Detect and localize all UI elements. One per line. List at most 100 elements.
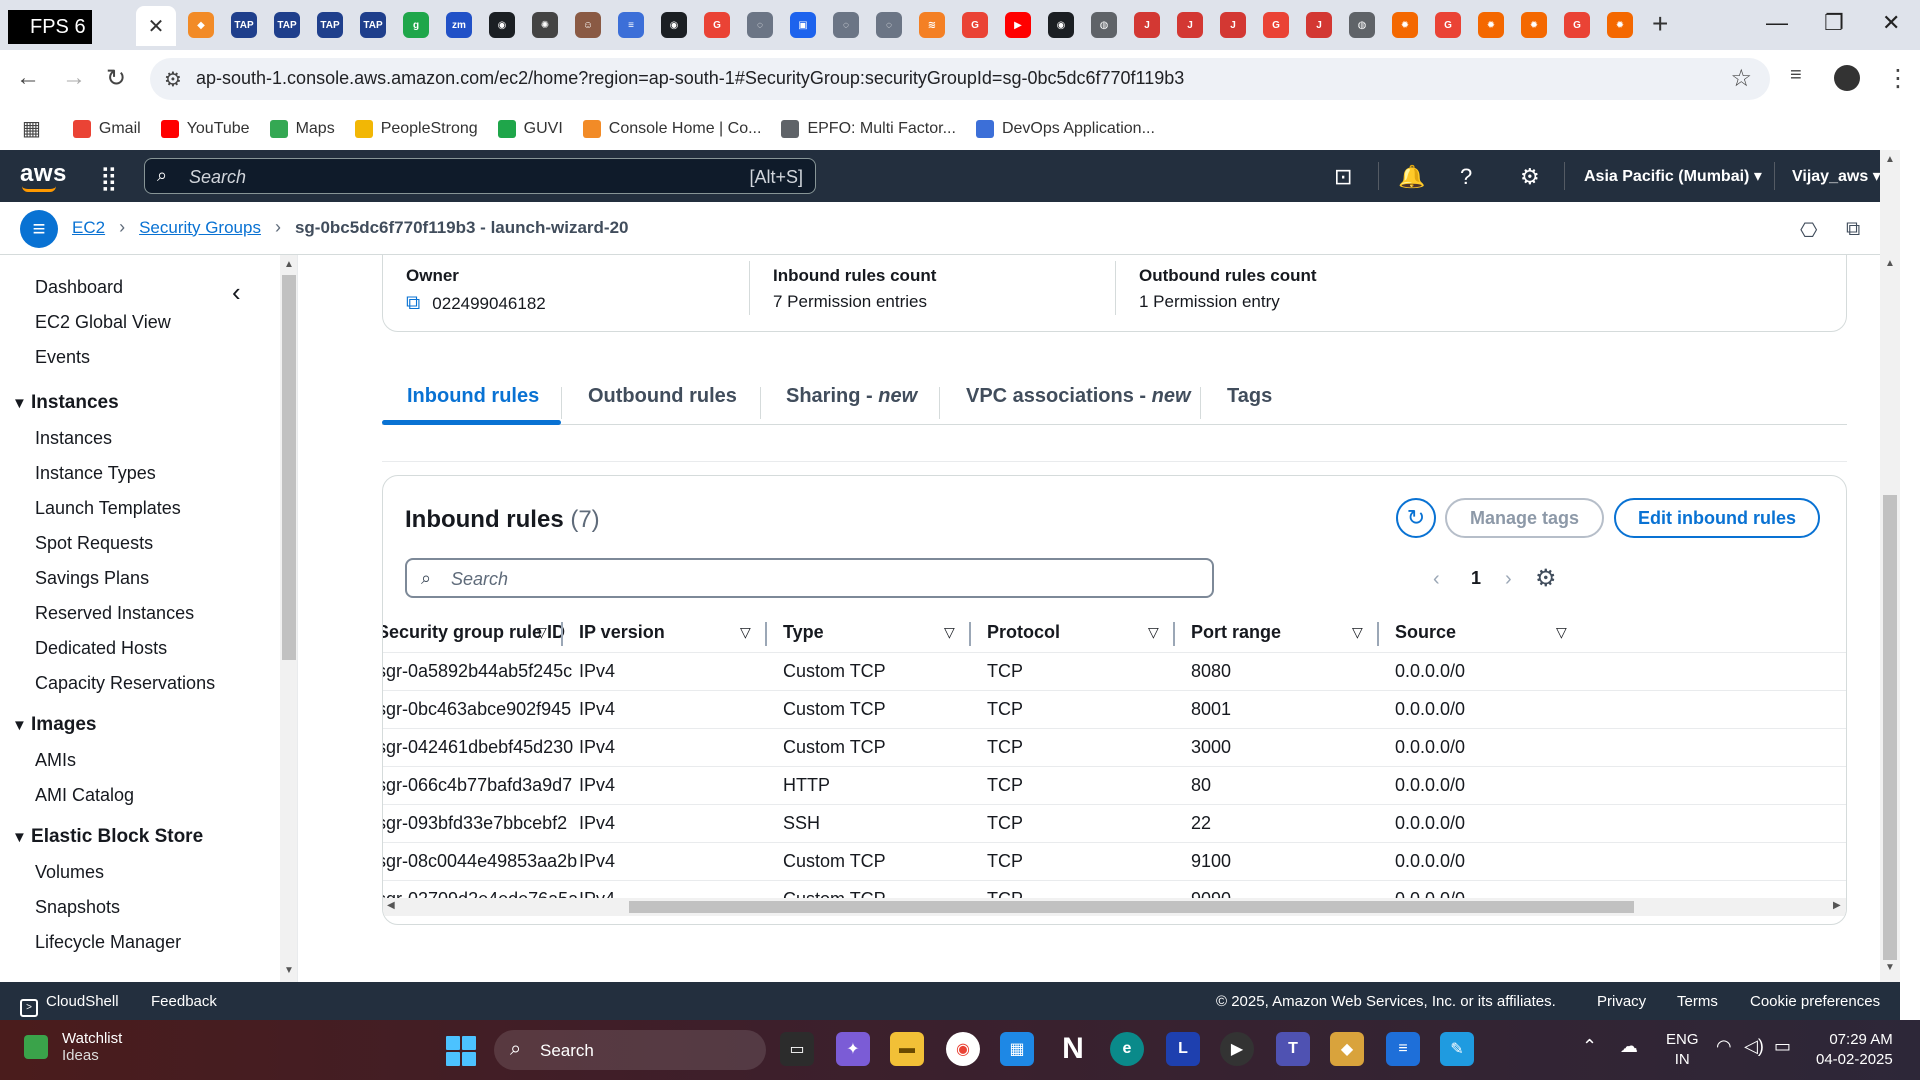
column-resizer[interactable]	[1377, 622, 1379, 646]
manage-tags-button[interactable]: Manage tags	[1445, 498, 1604, 538]
sidebar-scroll-thumb[interactable]	[282, 275, 296, 660]
sidebar-item[interactable]: Spot Requests	[35, 533, 153, 554]
privacy-link[interactable]: Privacy	[1597, 993, 1646, 1010]
sidebar-item[interactable]: Dashboard	[35, 277, 123, 298]
close-window-icon[interactable]: ✕	[1882, 10, 1900, 36]
grafana-tab-icon-3[interactable]: ✹	[1521, 12, 1547, 38]
column-header-port-range[interactable]: Port range	[1191, 622, 1281, 643]
openai-tab-icon[interactable]: ✺	[532, 12, 558, 38]
table-row[interactable]: sgr-0a5892b44ab5f245c IPv4 Custom TCP TCP 80…	[383, 652, 1846, 690]
aws-tab-icon[interactable]: ◆	[188, 12, 214, 38]
globe-tab-icon-2[interactable]: ◍	[1349, 12, 1375, 38]
table-scroll-thumb[interactable]	[629, 901, 1634, 913]
scroll-up-icon[interactable]: ▲	[284, 259, 294, 270]
sort-caret-icon[interactable]: ▽	[1556, 624, 1567, 641]
tab-tags[interactable]: Tags	[1227, 385, 1272, 408]
volume-icon[interactable]: ◁)	[1744, 1036, 1764, 1056]
restore-icon[interactable]: ❐	[1824, 10, 1844, 36]
jenkins-tab-icon-2[interactable]: J	[1177, 12, 1203, 38]
services-grid-icon[interactable]: ⣿	[100, 164, 118, 193]
launcher-l-icon[interactable]: L	[1166, 1032, 1200, 1066]
cloudshell-footer-link[interactable]: > CloudShell	[20, 993, 119, 1017]
reload-icon[interactable]: ↻	[106, 64, 126, 93]
feedback-panel-icon[interactable]: ⧉	[1846, 218, 1860, 241]
show-hidden-icons-icon[interactable]: ⌃	[1582, 1036, 1597, 1056]
chrome-icon[interactable]: ◉	[946, 1032, 980, 1066]
aws-logo[interactable]: aws	[20, 160, 67, 188]
copy-icon[interactable]: ⧉	[406, 292, 420, 315]
language-indicator[interactable]: ENG IN	[1666, 1030, 1699, 1070]
scroll-down-icon[interactable]: ▼	[1885, 962, 1895, 973]
tab-inbound-rules[interactable]: Inbound rules	[407, 385, 539, 408]
bookmark-item[interactable]: DevOps Application...	[975, 119, 1155, 138]
edge-icon[interactable]: e	[1110, 1032, 1144, 1066]
breadcrumb-ec2[interactable]: EC2	[72, 218, 105, 238]
media-icon[interactable]: ≡	[1790, 64, 1802, 87]
tap-tab-icon-4[interactable]: TAP	[360, 12, 386, 38]
battery-icon[interactable]: ▭	[1774, 1036, 1791, 1056]
caret-down-icon[interactable]: ▼	[12, 717, 31, 734]
help-icon[interactable]: ?	[1460, 164, 1472, 190]
terms-link[interactable]: Terms	[1677, 993, 1718, 1010]
url-text[interactable]: ap-south-1.console.aws.amazon.com/ec2/ho…	[196, 68, 1184, 89]
scroll-down-icon[interactable]: ▼	[284, 965, 294, 976]
github-tab-icon-2[interactable]: ◉	[661, 12, 687, 38]
close-tab-icon[interactable]: ✕	[148, 14, 165, 39]
jenkins-tab-icon-4[interactable]: J	[1306, 12, 1332, 38]
google-tab-icon-4[interactable]: G	[1435, 12, 1461, 38]
cookie-preferences-link[interactable]: Cookie preferences	[1750, 993, 1880, 1010]
table-row[interactable]: sgr-093bfd33e7bbcebf2 IPv4 SSH TCP 22 0.0.0.0…	[383, 804, 1846, 842]
sort-caret-icon[interactable]: ▽	[1352, 624, 1363, 641]
apps-grid-icon[interactable]: ▦	[22, 116, 41, 141]
refresh-button[interactable]: ↻	[1396, 498, 1436, 538]
sidebar-item[interactable]: Launch Templates	[35, 498, 181, 519]
feedback-link[interactable]: Feedback	[151, 993, 217, 1010]
google-tab-icon-1[interactable]: G	[704, 12, 730, 38]
previous-page-icon[interactable]: ‹	[1433, 568, 1440, 591]
docs-tab-icon[interactable]: ≡	[618, 12, 644, 38]
sidebar-item[interactable]: Events	[35, 347, 90, 368]
stackoverflow-tab-icon[interactable]: ≋	[919, 12, 945, 38]
generic-tab-icon-1[interactable]: ◌	[747, 12, 773, 38]
github-tab-icon-3[interactable]: ◉	[1048, 12, 1074, 38]
bookmark-item[interactable]: Console Home | Co...	[582, 119, 761, 138]
breadcrumb-security-groups[interactable]: Security Groups	[139, 218, 261, 238]
grafana-tab-icon-1[interactable]: ✹	[1392, 12, 1418, 38]
guvi-tab-icon[interactable]: g	[403, 12, 429, 38]
bookmark-item[interactable]: GUVI	[497, 119, 563, 138]
rules-search-input[interactable]: ⌕ Search	[405, 558, 1214, 598]
column-resizer[interactable]	[1173, 622, 1175, 646]
generic-tab-icon-3[interactable]: ◌	[876, 12, 902, 38]
docker-tab-icon[interactable]: ▣	[790, 12, 816, 38]
sidebar-item[interactable]: AMI Catalog	[35, 785, 134, 806]
tap-tab-icon-1[interactable]: TAP	[231, 12, 257, 38]
table-row[interactable]: sgr-066c4b77bafd3a9d7 IPv4 HTTP TCP 80 0.0.0.…	[383, 766, 1846, 804]
sidebar-item[interactable]: Capacity Reservations	[35, 673, 215, 694]
omnibox[interactable]: ⚙ ap-south-1.console.aws.amazon.com/ec2/…	[150, 58, 1770, 100]
column-header-ip-version[interactable]: IP version	[579, 622, 665, 643]
watchlist-widget[interactable]: Watchlist Ideas	[24, 1030, 122, 1064]
sidebar-section-header[interactable]: ▼ Images	[12, 714, 97, 736]
google-tab-icon-5[interactable]: G	[1564, 12, 1590, 38]
edit-inbound-rules-button[interactable]: Edit inbound rules	[1614, 498, 1820, 538]
media-player-icon[interactable]: ▶	[1220, 1032, 1254, 1066]
side-nav-toggle-icon[interactable]: ≡	[20, 210, 58, 248]
browser-menu-icon[interactable]: ⋮	[1886, 64, 1910, 93]
column-resizer[interactable]	[765, 622, 767, 646]
active-tab[interactable]: ✕	[136, 6, 176, 46]
bookmark-item[interactable]: Maps	[269, 119, 335, 138]
bookmark-star-icon[interactable]: ☆	[1730, 64, 1752, 93]
clock[interactable]: 07:29 AM 04-02-2025	[1816, 1030, 1893, 1070]
bookmark-item[interactable]: Gmail	[72, 119, 141, 138]
minimize-icon[interactable]: —	[1766, 10, 1788, 36]
git-tool-icon[interactable]: ◆	[1330, 1032, 1364, 1066]
sidebar-item[interactable]: EC2 Global View	[35, 312, 171, 333]
sidebar-section-header[interactable]: ▼ Instances	[12, 392, 119, 414]
table-horizontal-scrollbar[interactable]: ◀ ▶	[383, 898, 1846, 916]
wifi-icon[interactable]: ◠	[1716, 1036, 1732, 1056]
zm-tab-icon[interactable]: zm	[446, 12, 472, 38]
table-row[interactable]: sgr-08c0044e49853aa2b IPv4 Custom TCP TCP 91…	[383, 842, 1846, 880]
page-scroll-thumb[interactable]	[1883, 495, 1897, 960]
task-view-icon[interactable]: ▭	[780, 1032, 814, 1066]
region-selector[interactable]: Asia Pacific (Mumbai) ▾	[1584, 166, 1762, 186]
